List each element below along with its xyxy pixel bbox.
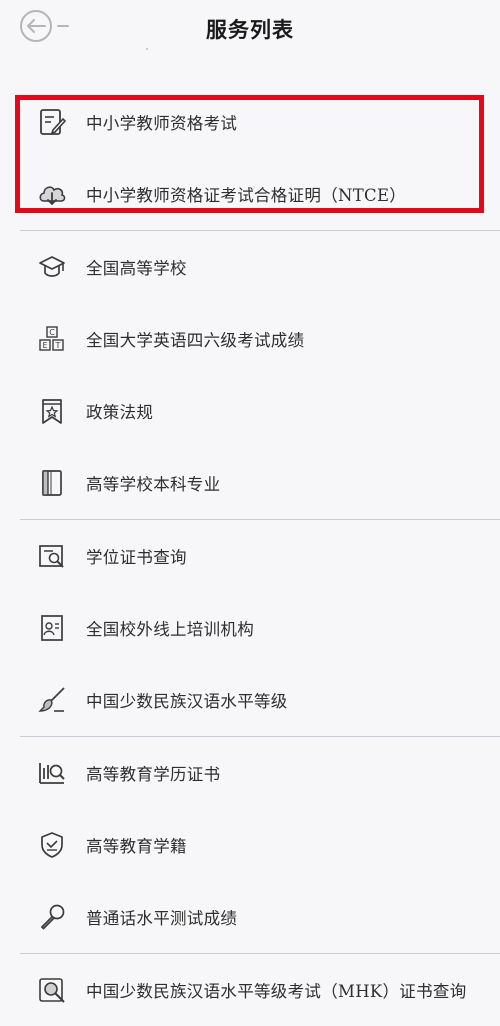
service-label: 中小学教师资格考试 xyxy=(86,114,238,133)
service-item-ntce[interactable]: 中小学教师资格证考试合格证明（NTCE） xyxy=(0,158,500,230)
svg-text:C: C xyxy=(49,328,55,337)
service-item-putonghua[interactable]: 普通话水平测试成绩 xyxy=(0,881,500,953)
service-label: 政策法规 xyxy=(86,403,154,422)
page-title: 服务列表 xyxy=(206,17,294,42)
service-item-teacher-exam[interactable]: 中小学教师资格考试 xyxy=(0,86,500,158)
cet-letters-icon: CET xyxy=(34,321,70,357)
service-item-diploma[interactable]: 高等教育学历证书 xyxy=(0,737,500,809)
service-item-mhk-level[interactable]: 中国少数民族汉语水平等级 xyxy=(0,664,500,736)
service-label: 全国高等学校 xyxy=(86,259,187,278)
service-label: 全国校外线上培训机构 xyxy=(86,620,254,639)
service-label: 学位证书查询 xyxy=(86,548,187,567)
service-list: 中小学教师资格考试 中小学教师资格证考试合格证明（NTCE） 全国高等学校 CE… xyxy=(0,86,500,1026)
service-label: 全国大学英语四六级考试成绩 xyxy=(86,331,305,350)
star-bookmark-icon xyxy=(34,393,70,429)
book-icon xyxy=(34,465,70,501)
service-item-degree-query[interactable]: 学位证书查询 xyxy=(0,520,500,592)
graduation-cap-icon xyxy=(34,249,70,285)
cloud-download-icon xyxy=(34,176,70,212)
chart-search-icon xyxy=(34,755,70,791)
service-item-mhk-certificate[interactable]: 中国少数民族汉语水平等级考试（MHK）证书查询 xyxy=(0,954,500,1026)
id-card-icon xyxy=(34,610,70,646)
document-edit-icon xyxy=(34,104,70,140)
microphone-icon xyxy=(34,899,70,935)
service-label: 中国少数民族汉语水平等级考试（MHK）证书查询 xyxy=(86,982,467,1001)
service-item-universities[interactable]: 全国高等学校 xyxy=(0,231,500,303)
service-label: 高等教育学籍 xyxy=(86,837,187,856)
magnifier-badge-icon xyxy=(34,972,70,1008)
service-item-cet-scores[interactable]: CET 全国大学英语四六级考试成绩 xyxy=(0,303,500,375)
service-label: 高等学校本科专业 xyxy=(86,475,221,494)
service-item-online-training[interactable]: 全国校外线上培训机构 xyxy=(0,592,500,664)
decorative-dot xyxy=(146,48,148,50)
service-label: 普通话水平测试成绩 xyxy=(86,909,238,928)
service-item-policies[interactable]: 政策法规 xyxy=(0,375,500,447)
shield-check-icon xyxy=(34,827,70,863)
service-item-undergrad-majors[interactable]: 高等学校本科专业 xyxy=(0,447,500,519)
svg-text:E: E xyxy=(42,341,47,350)
service-label: 高等教育学历证书 xyxy=(86,765,221,784)
service-label: 中小学教师资格证考试合格证明（NTCE） xyxy=(86,186,407,205)
brush-icon xyxy=(34,682,70,718)
header-bar: 服务列表 xyxy=(0,0,500,60)
certificate-search-icon xyxy=(34,538,70,574)
service-item-student-status[interactable]: 高等教育学籍 xyxy=(0,809,500,881)
svg-text:T: T xyxy=(55,341,61,350)
service-label: 中国少数民族汉语水平等级 xyxy=(86,692,288,711)
